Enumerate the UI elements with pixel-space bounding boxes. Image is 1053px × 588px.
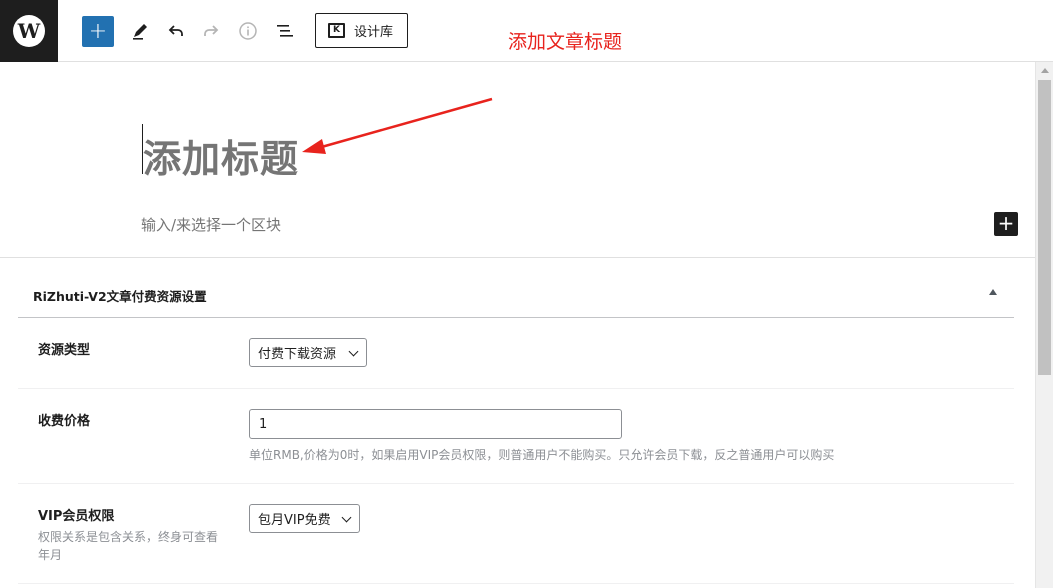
edit-tools-button[interactable] [127,18,153,44]
field-label: VIP会员权限 [38,509,115,524]
block-appender[interactable]: 输入/来选择一个区块 [141,214,281,235]
field-row-vip: VIP会员权限 权限关系是包含关系，终身可查看年月 包月VIP免费 [18,484,1014,584]
field-description: 权限关系是包含关系，终身可查看年月 [38,530,219,562]
post-title-input[interactable]: 添加标题 [143,128,299,183]
add-block-button[interactable]: + [994,212,1018,236]
wordpress-icon: W [13,15,45,47]
redo-button[interactable] [198,18,224,44]
chevron-down-icon [341,512,352,523]
select-value: 包月VIP免费 [258,513,331,528]
annotation-label: 添加文章标题 [508,31,623,53]
block-inserter-button[interactable]: + [82,16,114,47]
vip-permission-select[interactable]: 包月VIP免费 [249,504,360,533]
pencil-icon [133,24,147,40]
undo-icon [168,25,183,36]
price-help-text: 单位RMB,价格为0时，如果启用VIP会员权限，则普通用户不能购买。只允许会员下… [249,448,835,462]
list-view-icon [277,25,293,37]
input-value: 1 [259,416,268,432]
wordpress-logo-button[interactable]: W [0,0,58,62]
field-row-resource-type: 资源类型 付费下载资源 [18,318,1014,389]
list-view-button[interactable] [272,18,298,44]
chevron-down-icon [348,346,359,357]
undo-button[interactable] [163,18,189,44]
select-value: 付费下载资源 [258,347,337,362]
info-icon [239,22,257,40]
field-label: 收费价格 [38,414,91,429]
collapse-arrow-icon[interactable] [989,289,997,295]
field-label: 资源类型 [38,343,91,358]
editor-canvas: 添加标题 输入/来选择一个区块 + [0,62,1035,258]
field-row-price: 收费价格 1 单位RMB,价格为0时，如果启用VIP会员权限，则普通用户不能购买… [18,389,1014,484]
design-library-icon: K [328,23,345,38]
details-button[interactable] [235,18,261,44]
scrollbar-thumb[interactable] [1038,80,1051,375]
vertical-scrollbar[interactable] [1035,62,1053,588]
redo-icon [204,25,219,36]
resource-type-select[interactable]: 付费下载资源 [249,338,367,367]
design-library-label: 设计库 [354,25,394,40]
metabox-header[interactable]: RiZhuti-V2文章付费资源设置 [18,272,1014,318]
plus-icon: + [88,18,108,44]
price-input[interactable]: 1 [249,409,622,439]
metabox-title: RiZhuti-V2文章付费资源设置 [33,289,207,304]
scroll-up-arrow-icon[interactable] [1041,68,1049,73]
design-library-button[interactable]: K 设计库 [315,13,408,48]
